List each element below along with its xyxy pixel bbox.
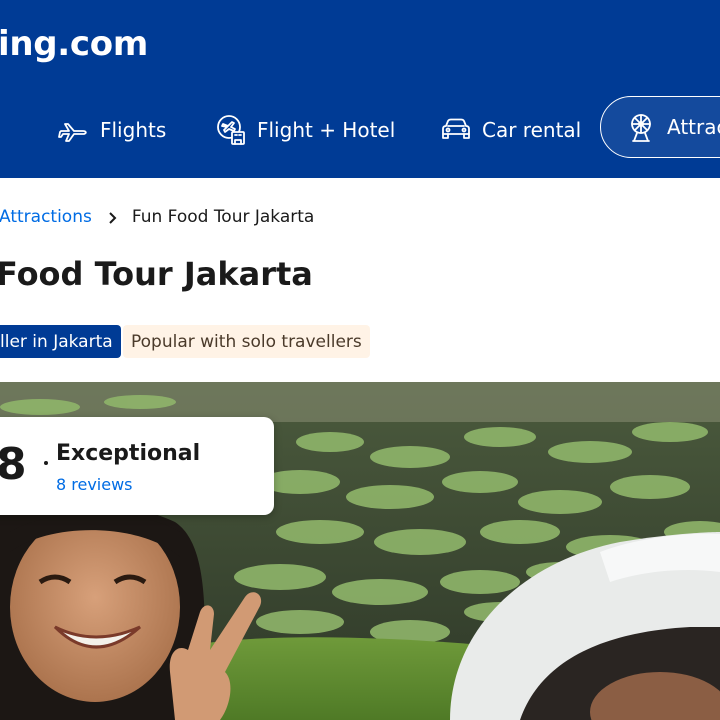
car-icon [442,118,470,139]
airplane-icon [58,123,87,142]
reviews-link[interactable]: 8 reviews [56,475,133,494]
nav-attractions-label: Attrac [667,115,720,139]
bestseller-badge: ller in Jakarta [0,325,121,358]
rating-separator [44,461,48,465]
nav-car-rental-label: Car rental [482,118,582,142]
rating-label: Exceptional [56,441,201,466]
ferris-wheel-icon [631,114,651,142]
breadcrumb-attractions-link[interactable]: Attractions [0,207,92,227]
site-logo[interactable]: ing.com [0,24,148,64]
breadcrumb-current: Fun Food Tour Jakarta [131,207,315,227]
site-header: ing.com s Flights Flight + Hotel Car ren… [0,0,720,178]
nav-flight-hotel[interactable]: Flight + Hotel [215,113,395,147]
flight-hotel-icon [217,115,245,145]
nav-attractions[interactable]: Attrac [600,96,720,158]
rating-score: 8 [0,439,27,490]
rating-card[interactable]: 8 Exceptional 8 reviews [0,417,274,515]
popular-badge: Popular with solo travellers [123,325,370,358]
nav-flight-hotel-label: Flight + Hotel [257,118,396,142]
breadcrumb: Attractions Fun Food Tour Jakarta [0,205,314,229]
nav-flights-label: Flights [100,118,167,142]
chevron-right-icon [106,210,120,224]
nav-flights[interactable]: Flights [58,113,166,147]
page-title: Food Tour Jakarta [0,255,313,293]
nav-car-rental[interactable]: Car rental [440,113,581,147]
